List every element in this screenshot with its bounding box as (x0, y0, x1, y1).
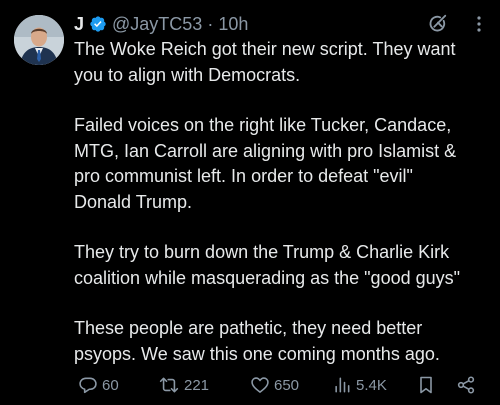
reply-icon (79, 377, 97, 394)
tweet-paragraph: These people are pathetic, they need bet… (74, 316, 494, 367)
share-button[interactable] (456, 373, 480, 397)
like-count: 650 (274, 376, 300, 394)
author-display-name[interactable]: J (74, 14, 84, 35)
tweet-line: Donald Trump. (74, 191, 193, 212)
reply-button[interactable]: 60 (78, 373, 119, 397)
tweet-line: you to align with Democrats. (74, 64, 301, 85)
tweet-line: coalition while masquerading as the "goo… (74, 267, 461, 288)
reply-count: 60 (102, 376, 119, 394)
avatar[interactable] (14, 15, 64, 65)
repost-button[interactable]: 221 (158, 373, 209, 397)
repost-icon (159, 377, 179, 393)
tweet-paragraph: Failed voices on the right like Tucker, … (74, 113, 494, 215)
views-icon (335, 377, 350, 393)
tweet-line: pro communist left. In order to defeat "… (74, 166, 413, 186)
tweet[interactable]: J @JayTC53 · 10h The Woke Reich got thei… (0, 0, 500, 405)
tweet-line: MTG, Ian Carroll are aligning with pro I… (74, 140, 457, 161)
tweet-line: The Woke Reich got their new script. The… (74, 39, 456, 59)
more-options-icon[interactable] (470, 12, 488, 36)
like-button[interactable]: 650 (250, 373, 299, 397)
bookmark-button[interactable] (416, 373, 440, 397)
views-button[interactable]: 5.4K (332, 373, 387, 397)
tweet-line: They try to burn down the Trump & Charli… (74, 242, 450, 262)
repost-count: 221 (184, 376, 210, 394)
tweet-paragraph: They try to burn down the Trump & Charli… (74, 240, 494, 291)
tweet-paragraph: The Woke Reich got their new script. The… (74, 37, 494, 88)
action-bar: 60 221 650 5.4K (74, 373, 490, 397)
verified-badge-icon (89, 15, 107, 33)
tweet-line: Failed voices on the right like Tucker, … (74, 115, 452, 135)
tweet-header: J @JayTC53 · 10h (74, 11, 248, 37)
author-handle[interactable]: @JayTC53 (112, 14, 202, 35)
tweet-line: These people are pathetic, they need bet… (74, 318, 423, 338)
views-count: 5.4K (356, 376, 387, 394)
separator-dot: · (207, 13, 214, 34)
share-icon (457, 376, 475, 394)
heart-icon (251, 377, 269, 393)
tweet-line: psyops. We saw this one coming months ag… (74, 343, 440, 364)
tweet-text: The Woke Reich got their new script. The… (74, 37, 494, 392)
bookmark-icon (420, 376, 432, 394)
grok-icon[interactable] (425, 12, 449, 36)
timestamp[interactable]: 10h (218, 14, 248, 35)
